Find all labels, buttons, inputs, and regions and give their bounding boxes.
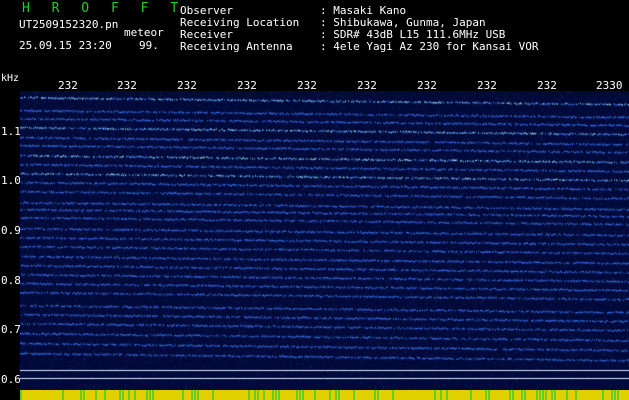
frequency-tick-label: 0.9 bbox=[1, 224, 21, 237]
filename: UT2509152320.pn bbox=[19, 18, 119, 31]
frequency-unit-label: kHz bbox=[1, 73, 20, 84]
spectrogram-canvas bbox=[20, 91, 629, 390]
frequency-tick-label: 0.8 bbox=[1, 274, 21, 287]
logo-text: H R O F F T bbox=[22, 1, 186, 16]
frequency-tick-label: 0.7 bbox=[1, 323, 21, 336]
info-value: : 4ele Yagi Az 230 for Kansai VOR bbox=[320, 40, 539, 53]
datetime: 25.09.15 23:20 bbox=[19, 39, 112, 52]
frequency-tick-label: 1.0 bbox=[1, 174, 21, 187]
info-label: Receiving Antenna bbox=[180, 40, 293, 53]
file-tag: meteor bbox=[124, 26, 164, 39]
frequency-tick-label: 1.1 bbox=[1, 125, 21, 138]
header: H R O F F T UT2509152320.pn meteor 25.09… bbox=[0, 0, 629, 74]
info-row-antenna: Receiving Antenna : 4ele Yagi Az 230 for … bbox=[180, 40, 539, 53]
signal-indicator-strip bbox=[20, 390, 629, 400]
percent-value: 99. bbox=[139, 39, 159, 52]
frequency-tick-label: 0.6 bbox=[1, 373, 21, 386]
